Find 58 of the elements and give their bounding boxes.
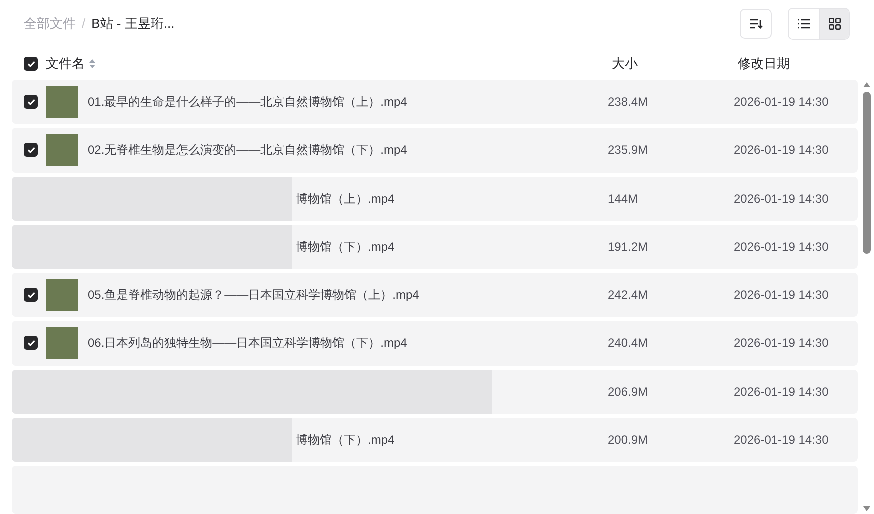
grid-icon [828, 18, 840, 30]
file-row[interactable]: 博物馆（上）.mp4 144M 2026-01-19 14:30 [12, 176, 858, 221]
file-name[interactable]: 博物馆（上）.mp4 [296, 190, 395, 208]
file-size: 242.4M [608, 287, 650, 304]
modified-date: 2026-01-19 14:30 [734, 142, 829, 160]
file-row[interactable]: 02.无脊椎生物是怎么演变的——北京自然博物馆（下）.mp4 235.9M 2026-01-19 14:30 [12, 128, 858, 172]
modified-date: 2026-01-19 14:30 [734, 94, 829, 112]
video-thumbnail [46, 327, 78, 360]
check-icon [26, 146, 36, 155]
video-thumbnail [46, 134, 78, 166]
check-icon [26, 98, 36, 107]
checkbox[interactable] [24, 95, 38, 110]
sort-icon [749, 18, 763, 30]
column-header[interactable]: 文件名 [46, 54, 85, 74]
modified-date: 2026-01-19 14:30 [734, 287, 829, 304]
file-name[interactable]: 06.日本列岛的独特生物——日本国立科学博物馆（下）.mp4 [88, 334, 408, 352]
file-row[interactable]: 博物馆（下）.mp4 191.2M 2026-01-19 14:30 [12, 224, 858, 269]
file-row[interactable]: 05.鱼是脊椎动物的起源？——日本国立科学博物馆（上）.mp4 242.4M 2026-01-19 14:30 [12, 273, 858, 318]
video-thumbnail [46, 86, 78, 118]
file-row[interactable]: 博物馆（下）.mp4 200.9M 2026-01-19 14:30 [12, 418, 858, 462]
scrollbar-thumb[interactable] [863, 92, 871, 254]
checkbox[interactable] [24, 288, 38, 302]
file-name[interactable]: 博物馆（下）.mp4 [296, 430, 395, 449]
file-name[interactable]: 02.无脊椎生物是怎么演变的——北京自然博物馆（下）.mp4 [88, 141, 408, 160]
check-icon [26, 60, 36, 68]
file-row[interactable]: 06.日本列岛的独特生物——日本国立科学博物馆（下）.mp4 240.4M 2026-01-19 14:30 [12, 321, 858, 366]
checkbox[interactable] [24, 336, 38, 350]
modified-date: 2026-01-19 14:30 [734, 335, 829, 352]
scroll-up-icon[interactable] [863, 82, 871, 88]
file-name[interactable]: 01.最早的生命是什么样子的——北京自然博物馆（上）.mp4 [88, 93, 408, 112]
column-header: 大小 [612, 55, 639, 74]
file-size: 240.4M [608, 335, 650, 352]
file-row[interactable]: 01.最早的生命是什么样子的——北京自然博物馆（上）.mp4 238.4M 2026-01-19 14:30 [12, 80, 858, 124]
checkbox[interactable] [24, 57, 38, 71]
file-size: 238.4M [608, 94, 650, 112]
modified-date: 2026-01-19 14:30 [734, 238, 829, 256]
file-name[interactable]: 博物馆（下）.mp4 [296, 238, 395, 256]
breadcrumb-separator: / [82, 15, 86, 34]
sort-button[interactable] [740, 9, 772, 39]
modified-date: 2026-01-19 14:30 [734, 190, 829, 208]
check-icon [26, 290, 36, 300]
checkbox[interactable] [24, 143, 38, 158]
modified-date: 2026-01-19 14:30 [734, 432, 829, 449]
list-icon [798, 19, 810, 29]
file-size: 206.9M [608, 384, 650, 401]
column-header: 修改日期 [738, 55, 790, 74]
breadcrumb-current: B站 - 王昱珩... [92, 15, 175, 34]
file-size: 191.2M [608, 238, 650, 256]
file-size: 144M [608, 190, 640, 208]
modified-date: 2026-01-19 14:30 [734, 384, 829, 401]
scroll-down-icon[interactable] [863, 506, 871, 512]
check-icon [26, 338, 36, 348]
file-size: 235.9M [608, 142, 650, 160]
file-name[interactable]: 05.鱼是脊椎动物的起源？——日本国立科学博物馆（上）.mp4 [88, 286, 420, 304]
file-row[interactable]: 206.9M 2026-01-19 14:30 [12, 370, 858, 414]
video-thumbnail [46, 279, 78, 312]
view-mode-button[interactable] [819, 9, 849, 39]
file-size: 200.9M [608, 432, 650, 449]
